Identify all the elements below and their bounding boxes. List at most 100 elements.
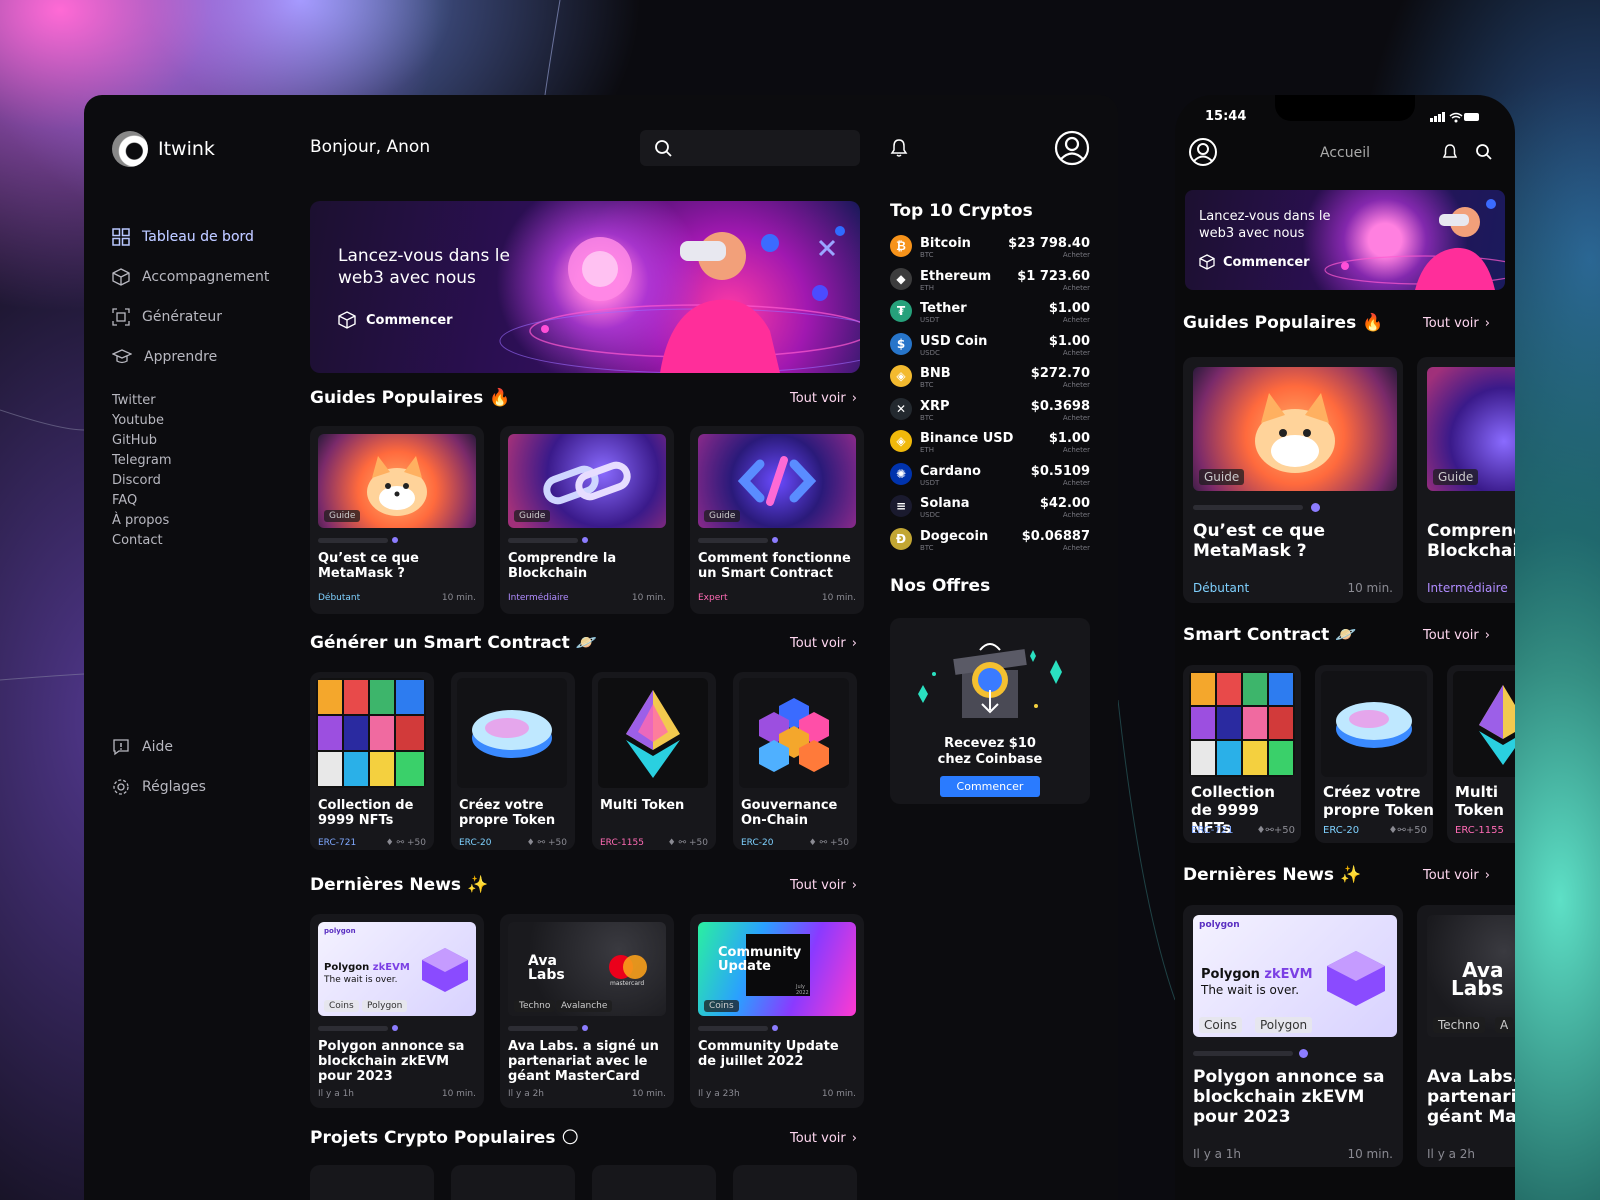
link-contact[interactable]: Contact — [112, 531, 287, 551]
guides-see-all-link[interactable]: Tout voir › — [790, 391, 857, 406]
mobile-contracts-title: Smart Contract 🪐 — [1183, 625, 1356, 645]
link-faq[interactable]: FAQ — [112, 491, 287, 511]
chevron-right-icon: › — [1484, 316, 1490, 331]
project-card[interactable] — [451, 1165, 575, 1200]
news-tag: Coins — [1199, 1017, 1242, 1033]
crypto-buy-link[interactable]: Acheter — [1063, 381, 1090, 389]
crypto-row[interactable]: ◈ Binance USD ETH $1.00 Acheter — [890, 428, 1090, 461]
mobile-news-card[interactable]: AvaLabs Techno A Ava Labs. a signé un pa… — [1417, 905, 1515, 1167]
multi-token-thumbnail — [1453, 671, 1515, 777]
contract-card[interactable]: Collection de 9999 NFTs ERC-721 ♦ ⚯ +50 — [310, 672, 434, 850]
hero-banner[interactable]: Lancez-vous dans le web3 avec nous Comme… — [310, 201, 860, 373]
sidebar-item-accompagnement[interactable]: Accompagnement — [112, 257, 287, 297]
search-input[interactable] — [640, 130, 860, 166]
crypto-buy-link[interactable]: Acheter — [1063, 544, 1090, 552]
crypto-buy-link[interactable]: Acheter — [1063, 251, 1090, 259]
crypto-row[interactable]: ✕ XRP BTC $0.3698 Acheter — [890, 396, 1090, 429]
news-thumbnail: polygon Polygon zkEVM The wait is over. … — [1193, 915, 1397, 1037]
offer-start-button[interactable]: Commencer — [940, 776, 1040, 797]
sidebar-item-generateur[interactable]: Générateur — [112, 297, 287, 337]
mobile-news-card[interactable]: polygon Polygon zkEVM The wait is over. … — [1183, 905, 1403, 1167]
crypto-buy-link[interactable]: Acheter — [1063, 414, 1090, 422]
guide-tag: Guide — [1199, 469, 1245, 485]
crypto-coin-icon: ◆ — [890, 267, 912, 290]
news-posted-ago: Il y a 2h — [1427, 1147, 1476, 1161]
crypto-row[interactable]: Ð Dogecoin BTC $0.06887 Acheter — [890, 526, 1090, 559]
crypto-name: Bitcoin — [920, 236, 971, 251]
crypto-row[interactable]: ✺ Cardano USDT $0.5109 Acheter — [890, 461, 1090, 494]
mobile-contract-card[interactable]: Collection de 9999 NFTs ERC-721 ♦⚯+50 — [1183, 665, 1301, 843]
projects-see-all-link[interactable]: Tout voir › — [790, 1131, 857, 1146]
crypto-price: $1.00 — [1048, 301, 1090, 316]
mobile-news-see-all[interactable]: Tout voir › — [1423, 868, 1490, 883]
greeting: Bonjour, Anon — [310, 137, 431, 157]
news-tag: A — [1495, 1017, 1514, 1033]
link-a-propos[interactable]: À propos — [112, 511, 287, 531]
sparkles-icon: ✨ — [466, 875, 489, 895]
sidebar-item-reglages[interactable]: Réglages — [112, 767, 206, 807]
mobile-contract-card[interactable]: Créez votre propre Token ERC-20 ♦⚯+50 — [1315, 665, 1433, 843]
mobile-hero-banner[interactable]: Lancez-vous dans le web3 avec nous Comme… — [1185, 190, 1505, 290]
news-card[interactable]: polygon Polygon zkEVM The wait is over. … — [310, 914, 484, 1108]
crypto-row[interactable]: ₮ Tether USDT $1.00 Acheter — [890, 298, 1090, 331]
mobile-guide-card[interactable]: Guide Comprendre la Blockchain Intermédi… — [1417, 357, 1515, 603]
project-card[interactable] — [733, 1165, 857, 1200]
link-twitter[interactable]: Twitter — [112, 391, 287, 411]
app-logo[interactable]: Itwink — [112, 131, 215, 167]
see-all-label: Tout voir — [1423, 868, 1479, 883]
crypto-row[interactable]: $ USD Coin USDC $1.00 Acheter — [890, 331, 1090, 364]
news-card[interactable]: Community Update July 2022 Coins Community… — [690, 914, 864, 1108]
contract-standard: ERC-20 — [741, 838, 774, 848]
crypto-buy-link[interactable]: Acheter — [1063, 511, 1090, 519]
crypto-ticker: BTC — [920, 251, 934, 259]
crypto-buy-link[interactable]: Acheter — [1063, 284, 1090, 292]
verified-icon — [392, 1025, 398, 1031]
guide-card[interactable]: Guide Comment fonctionne un Smart Contra… — [690, 426, 864, 614]
hero-start-button[interactable]: Commencer — [338, 311, 453, 329]
bell-icon[interactable] — [1441, 143, 1459, 161]
sidebar-item-apprendre[interactable]: Apprendre — [112, 337, 287, 377]
crypto-buy-link[interactable]: Acheter — [1063, 479, 1090, 487]
link-github[interactable]: GitHub — [112, 431, 287, 451]
crypto-coin-icon: ◈ — [890, 365, 912, 387]
crypto-list: ₿ Bitcoin BTC $23 798.40 Acheter ◆ Ethereum ETH… — [890, 233, 1090, 558]
crypto-buy-link[interactable]: Acheter — [1063, 316, 1090, 324]
crypto-row[interactable]: ◈ BNB BTC $272.70 Acheter — [890, 363, 1090, 396]
crypto-coin-icon: ₿ — [890, 235, 912, 257]
news-card[interactable]: Ava Labs mastercard Techno Avalanche Ava … — [500, 914, 674, 1108]
contracts-see-all-link[interactable]: Tout voir › — [790, 636, 857, 651]
mobile-guides-see-all[interactable]: Tout voir › — [1423, 316, 1490, 331]
mobile-contracts-see-all[interactable]: Tout voir › — [1423, 628, 1490, 643]
eth-icon: ♦ — [808, 838, 817, 848]
crypto-buy-link[interactable]: Acheter — [1063, 349, 1090, 357]
guide-tag: Guide — [324, 510, 361, 522]
user-avatar-icon[interactable] — [1054, 130, 1090, 166]
bell-icon[interactable] — [889, 138, 909, 158]
link-youtube[interactable]: Youtube — [112, 411, 287, 431]
mobile-hero-start-button[interactable]: Commencer — [1199, 254, 1310, 270]
crypto-buy-link[interactable]: Acheter — [1063, 446, 1090, 454]
guide-card[interactable]: Guide Qu’est ce que MetaMask ? Débutant … — [310, 426, 484, 614]
link-telegram[interactable]: Telegram — [112, 451, 287, 471]
guide-card[interactable]: Guide Comprendre la Blockchain Intermédi… — [500, 426, 674, 614]
contract-count: +50 — [407, 838, 426, 848]
crypto-row[interactable]: ≡ Solana USDC $42.00 Acheter — [890, 493, 1090, 526]
hero-title: Lancez-vous dans le web3 avec nous — [338, 246, 510, 288]
link-discord[interactable]: Discord — [112, 471, 287, 491]
sidebar-item-aide[interactable]: Aide — [112, 727, 206, 767]
guide-title: Comment fonctionne un Smart Contract — [698, 551, 851, 581]
contract-card[interactable]: Multi Token ERC-1155 ♦ ⚯ +50 — [592, 672, 716, 850]
contract-card[interactable]: Gouvernance On-Chain ERC-20 ♦ ⚯ +50 — [733, 672, 857, 850]
mobile-guide-card[interactable]: Guide Qu’est ce que MetaMask ? Débutant … — [1183, 357, 1403, 603]
mobile-contract-card[interactable]: Multi Token ERC-1155 — [1447, 665, 1515, 843]
project-card[interactable] — [310, 1165, 434, 1200]
crypto-coin-icon: ≡ — [890, 495, 912, 517]
search-icon[interactable] — [1475, 143, 1493, 161]
project-card[interactable] — [592, 1165, 716, 1200]
crypto-row[interactable]: ◆ Ethereum ETH $1 723.60 Acheter — [890, 266, 1090, 299]
sidebar-item-dashboard[interactable]: Tableau de bord — [112, 217, 287, 257]
contract-card[interactable]: Créez votre propre Token ERC-20 ♦ ⚯ +50 — [451, 672, 575, 850]
crypto-row[interactable]: ₿ Bitcoin BTC $23 798.40 Acheter — [890, 233, 1090, 266]
chevron-right-icon: › — [851, 1131, 857, 1146]
news-see-all-link[interactable]: Tout voir › — [790, 878, 857, 893]
